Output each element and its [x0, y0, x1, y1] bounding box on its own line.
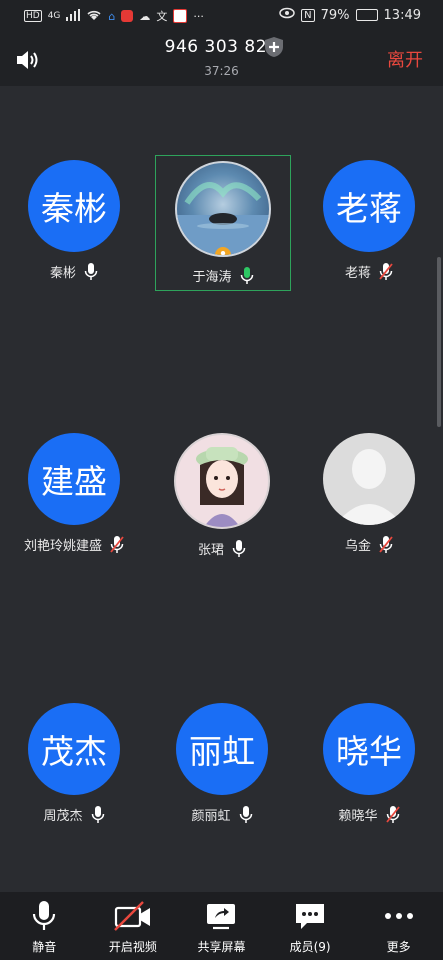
participant-name-row: 赖晓华 — [302, 805, 436, 824]
participant-tile[interactable]: 秦彬 秦彬 — [7, 160, 141, 281]
participant-tile[interactable]: 茂杰 周茂杰 — [7, 703, 141, 824]
network-icon: 4G — [47, 11, 61, 21]
mic-icon — [84, 262, 98, 280]
wifi-icon — [86, 9, 102, 24]
more-label: 更多 — [386, 940, 411, 954]
more-status-icon: ··· — [193, 9, 204, 23]
participant-name: 秦彬 — [49, 266, 76, 281]
text-icon: 文 — [156, 10, 168, 23]
mic-active-icon — [240, 266, 253, 284]
leave-button[interactable]: 离开 — [387, 46, 423, 72]
avatar: 晓华 — [323, 703, 415, 795]
scrollbar[interactable] — [437, 257, 441, 427]
participant-name: 于海涛 — [192, 270, 232, 285]
participant-name-row: 颜丽虹 — [155, 805, 289, 824]
participant-name-row: 于海涛 — [156, 266, 290, 285]
participant-name-row: 乌金 — [302, 535, 436, 554]
girl-photo — [196, 447, 248, 527]
status-right: N 79% 13:49 — [279, 7, 421, 23]
members-label: 成员(9) — [289, 940, 331, 954]
avatar: 老蒋 — [323, 160, 415, 252]
app-icon-red-2 — [173, 9, 188, 23]
mic-icon — [91, 805, 104, 823]
mic-icon — [239, 805, 252, 823]
avatar — [175, 161, 271, 257]
hd-icon: HD — [24, 10, 42, 22]
participant-name-row: 刘艳玲姚建盛 — [7, 535, 141, 554]
participant-name: 颜丽虹 — [191, 809, 231, 824]
mic-muted-icon — [379, 535, 393, 553]
participant-name: 老蒋 — [344, 266, 371, 281]
share-screen-icon — [207, 904, 236, 930]
bottom-toolbar: 静音 开启视频 共享屏幕 成员(9) 更多 — [0, 892, 443, 960]
wechat-icon: ☁ — [139, 9, 151, 23]
mute-label: 静音 — [32, 940, 57, 954]
shield-icon[interactable] — [264, 36, 284, 58]
participant-name-row: 秦彬 — [7, 262, 141, 281]
mic-muted-icon — [385, 805, 400, 823]
meeting-header: 946 303 821 37:26 离开 — [0, 32, 443, 86]
more-dots-icon — [384, 913, 413, 919]
share-screen-button[interactable]: 共享屏幕 — [177, 892, 265, 955]
participant-name: 张珺 — [197, 543, 224, 558]
mic-muted-icon — [110, 535, 124, 553]
avatar: 秦彬 — [28, 160, 120, 252]
meeting-timer: 37:26 — [204, 64, 239, 78]
share-label: 共享屏幕 — [197, 940, 246, 954]
participant-name-row: 张珺 — [155, 539, 289, 558]
participant-tile[interactable]: 乌金 — [302, 433, 436, 554]
members-icon — [296, 904, 325, 929]
status-icons: HD 4G ⌂ ☁ 文 ··· — [24, 8, 204, 24]
more-button[interactable]: 更多 — [355, 892, 443, 955]
mute-button[interactable]: 静音 — [0, 892, 88, 955]
mic-icon — [232, 539, 246, 557]
battery-icon — [355, 9, 378, 21]
participant-name: 赖晓华 — [338, 809, 378, 824]
participant-tile[interactable]: 张珺 — [155, 433, 289, 558]
start-video-button[interactable]: 开启视频 — [89, 892, 177, 955]
clock: 13:49 — [383, 7, 421, 23]
meeting-id: 946 303 821 — [164, 37, 279, 57]
avatar — [323, 433, 415, 525]
participant-name: 乌金 — [344, 539, 371, 554]
mic-muted-icon — [379, 262, 393, 280]
default-avatar-icon — [335, 449, 403, 525]
avatar: 建盛 — [28, 433, 120, 525]
app-icon-red — [121, 10, 134, 22]
participant-name: 周茂杰 — [43, 809, 83, 824]
status-bar: HD 4G ⌂ ☁ 文 ··· N 79% 13:49 — [0, 0, 443, 32]
participant-tile[interactable]: 建盛 刘艳玲姚建盛 — [7, 433, 141, 554]
avatar: 茂杰 — [28, 703, 120, 795]
video-label: 开启视频 — [108, 940, 157, 954]
members-button[interactable]: 成员(9) — [266, 892, 354, 955]
participant-name: 刘艳玲姚建盛 — [23, 539, 102, 554]
host-badge-icon — [215, 247, 231, 255]
battery-percent: 79% — [320, 7, 350, 23]
microphone-icon — [33, 901, 56, 930]
participant-tile[interactable]: 晓华 赖晓华 — [302, 703, 436, 824]
video-off-icon — [114, 901, 150, 931]
avatar: 丽虹 — [176, 703, 268, 795]
participant-name-row: 周茂杰 — [7, 805, 141, 824]
participant-tile[interactable]: 老蒋 老蒋 — [302, 160, 436, 281]
avatar — [174, 433, 270, 529]
participant-name-row: 老蒋 — [302, 262, 436, 281]
participant-tile[interactable]: 丽虹 颜丽虹 — [155, 703, 289, 824]
signal-icon — [66, 8, 81, 24]
participant-tile-active-speaker[interactable]: 于海涛 — [155, 155, 291, 291]
app-icon-blue: ⌂ — [108, 9, 116, 23]
eye-icon — [279, 7, 295, 23]
aurora-photo — [177, 182, 269, 255]
nfc-icon: N — [301, 8, 315, 22]
